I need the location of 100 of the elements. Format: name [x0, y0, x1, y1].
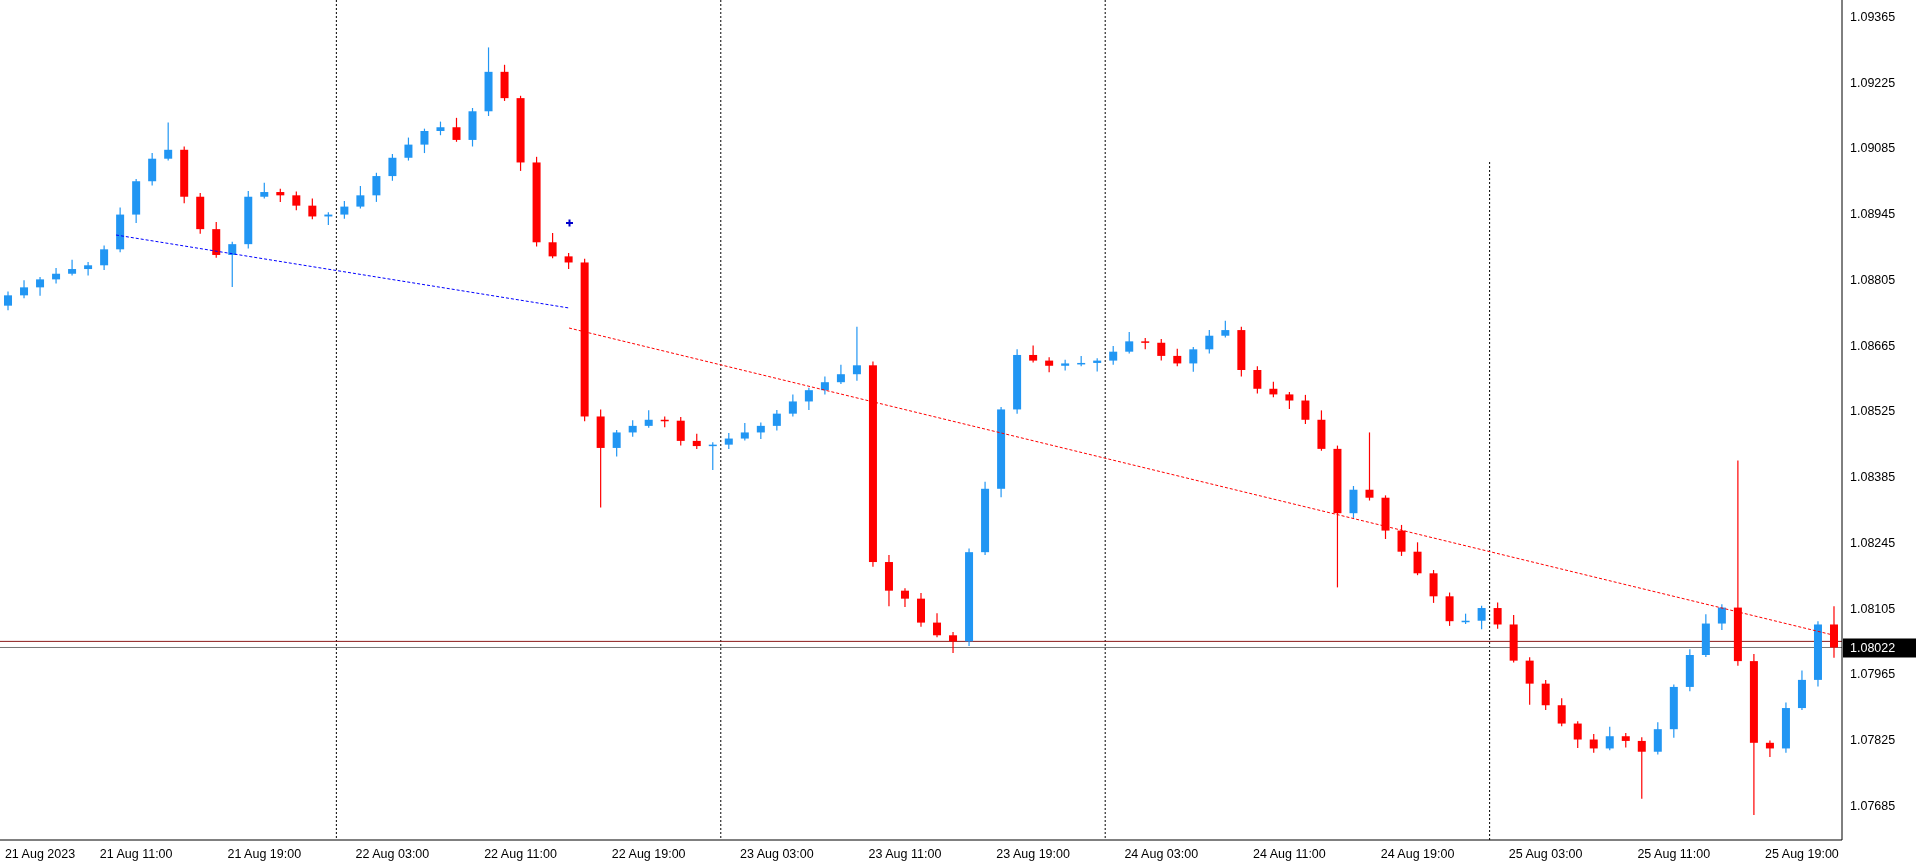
- candle: [788, 393, 797, 418]
- candle: [917, 592, 925, 628]
- candle: [1093, 357, 1102, 372]
- candle: [1173, 348, 1182, 367]
- time-label: 21 Aug 19:00: [227, 847, 302, 861]
- candle: [1477, 605, 1486, 630]
- candle: [724, 432, 733, 450]
- candle: [1781, 701, 1790, 754]
- candle: [1797, 669, 1806, 711]
- candle: [276, 188, 285, 203]
- time-label: 23 Aug 19:00: [996, 847, 1070, 861]
- price-label: 1.09225: [1850, 75, 1896, 90]
- candle: [212, 221, 221, 259]
- candle: [820, 375, 829, 395]
- candle: [852, 326, 861, 382]
- current-price: 1.08022: [1850, 641, 1896, 656]
- time-label: 22 Aug 19:00: [611, 847, 686, 861]
- candle: [708, 441, 717, 471]
- candle: [1573, 720, 1582, 749]
- candle: [1189, 346, 1198, 373]
- candle: [372, 172, 381, 203]
- candle: [180, 145, 189, 204]
- candle: [1461, 613, 1470, 625]
- candle: [1621, 732, 1630, 749]
- time-label: 21 Aug 2023: [4, 847, 76, 861]
- candle: [1349, 485, 1358, 519]
- time-label: 23 Aug 11:00: [868, 847, 942, 861]
- candle: [884, 554, 893, 607]
- candle: [1061, 359, 1070, 372]
- candle: [1381, 494, 1390, 540]
- time-label: 21 Aug 11:00: [99, 847, 173, 861]
- candle: [1013, 348, 1022, 415]
- candle: [1029, 344, 1038, 364]
- candle: [164, 121, 173, 162]
- candle: [1077, 355, 1086, 367]
- time-label: 22 Aug 11:00: [484, 847, 557, 861]
- candle: [676, 416, 685, 447]
- candle: [1109, 345, 1118, 366]
- candle: [1717, 603, 1726, 631]
- candle: [52, 267, 61, 285]
- candle: [612, 429, 621, 457]
- candle: [228, 241, 237, 288]
- candle: [340, 200, 349, 220]
- price-label: 1.09365: [1850, 9, 1896, 24]
- time-label: 25 Aug 11:00: [1637, 847, 1711, 861]
- price-label: 1.08805: [1850, 272, 1896, 287]
- candle: [1157, 338, 1166, 362]
- candle: [1589, 733, 1598, 754]
- candle: [388, 153, 397, 182]
- candle: [308, 198, 317, 220]
- candle: [196, 192, 205, 235]
- candle: [20, 279, 29, 299]
- candle: [100, 244, 109, 271]
- candle: [949, 631, 958, 654]
- candle: [772, 409, 781, 432]
- candle: [1830, 605, 1838, 659]
- candle: [1653, 721, 1662, 756]
- candle: [1445, 591, 1454, 627]
- candle: [1045, 356, 1054, 373]
- candle: [1317, 409, 1326, 452]
- candle: [1397, 524, 1406, 557]
- candle: [468, 107, 477, 148]
- candle: [1509, 614, 1518, 664]
- candle: [1237, 326, 1246, 378]
- candle: [1605, 726, 1614, 751]
- candle: [1429, 569, 1438, 604]
- candle: [1125, 331, 1134, 355]
- candle: [420, 128, 429, 154]
- candle: [1301, 394, 1310, 425]
- price-label: 1.08245: [1850, 535, 1896, 550]
- price-label: 1.08945: [1850, 207, 1896, 222]
- candle: [1253, 365, 1262, 395]
- price-label: 1.08385: [1850, 470, 1896, 485]
- candle: [1525, 656, 1534, 706]
- candle: [836, 364, 845, 385]
- price-label: 1.07825: [1850, 733, 1896, 747]
- candle: [36, 276, 45, 297]
- candle: [933, 612, 941, 638]
- time-label: 25 Aug 03:00: [1508, 847, 1583, 861]
- candle: [292, 190, 301, 211]
- candle: [4, 290, 12, 311]
- price-label: 1.09085: [1850, 141, 1896, 156]
- candle: [756, 421, 765, 440]
- time-label: 23 Aug 03:00: [740, 847, 814, 861]
- time-label: 24 Aug 19:00: [1380, 847, 1455, 861]
- price-label: 1.07685: [1850, 798, 1896, 813]
- candle: [436, 121, 445, 136]
- candle: [1413, 541, 1422, 576]
- time-label: 24 Aug 03:00: [1124, 847, 1199, 861]
- candle: [1541, 679, 1550, 711]
- candle: [324, 211, 333, 226]
- candle: [804, 387, 813, 411]
- candle: [692, 433, 701, 450]
- candle: [1557, 697, 1566, 727]
- candle: [1205, 329, 1214, 355]
- candle: [1221, 320, 1230, 339]
- time-label: 22 Aug 03:00: [355, 847, 430, 861]
- candle: [1765, 739, 1774, 758]
- candle: [500, 64, 509, 102]
- price-label: 1.07965: [1850, 667, 1896, 682]
